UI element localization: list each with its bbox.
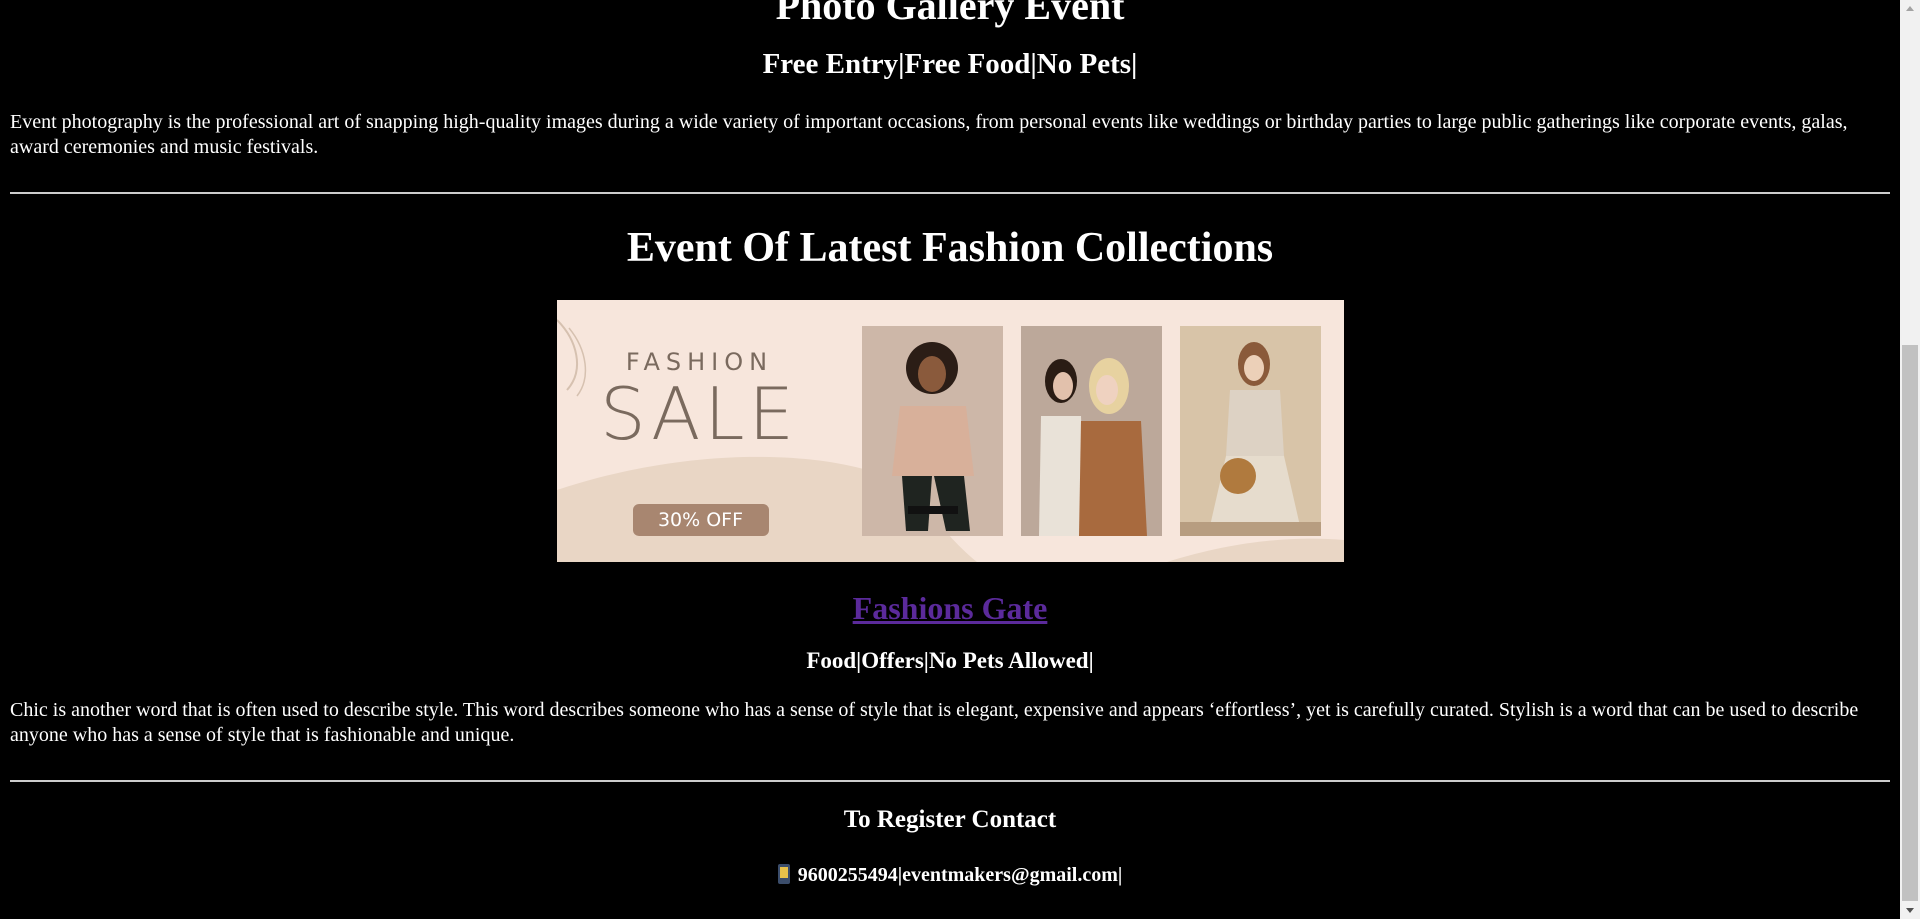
event-description-fashion: Chic is another word that is often used … bbox=[10, 699, 1859, 746]
banner-sale-text: SALE bbox=[600, 372, 798, 456]
contact-details-text: 9600255494|eventmakers@gmail.com| bbox=[797, 864, 1123, 886]
fashion-sale-banner: FASHION SALE 30% OFF bbox=[556, 300, 1344, 562]
event-tags-photo-gallery: Free Entry|Free Food|No Pets| bbox=[762, 48, 1138, 80]
main-content: Photo Gallery Event Free Entry|Free Food… bbox=[10, 0, 1890, 888]
scroll-down-arrow-icon[interactable] bbox=[1906, 908, 1914, 913]
model-photo-3 bbox=[1179, 326, 1321, 536]
event-description-photo-gallery: Event photography is the professional ar… bbox=[10, 111, 1848, 158]
scrollbar-thumb[interactable] bbox=[1902, 345, 1918, 901]
mobile-phone-icon bbox=[777, 864, 790, 884]
event-tags-fashion: Food|Offers|No Pets Allowed| bbox=[806, 648, 1094, 673]
event-title-fashion: Event Of Latest Fashion Collections bbox=[626, 225, 1274, 271]
fashions-gate-link[interactable]: Fashions Gate bbox=[853, 590, 1048, 626]
model-photo-1 bbox=[861, 326, 1003, 536]
vertical-scrollbar[interactable] bbox=[1900, 0, 1920, 919]
event-title-photo-gallery: Photo Gallery Event bbox=[775, 0, 1125, 28]
model-photo-2 bbox=[1020, 326, 1162, 536]
banner-discount-badge: 30% OFF bbox=[632, 504, 769, 536]
section-divider bbox=[10, 780, 1890, 782]
register-contact-heading: To Register Contact bbox=[843, 806, 1057, 833]
banner-container: FASHION SALE 30% OFF bbox=[10, 300, 1890, 562]
fashion-event-link-heading: Fashions Gate bbox=[10, 588, 1890, 628]
page: Photo Gallery Event Free Entry|Free Food… bbox=[0, 0, 1900, 919]
section-divider bbox=[10, 192, 1890, 194]
scroll-up-arrow-icon[interactable] bbox=[1906, 6, 1914, 11]
contact-details: 9600255494|eventmakers@gmail.com| bbox=[10, 862, 1890, 888]
